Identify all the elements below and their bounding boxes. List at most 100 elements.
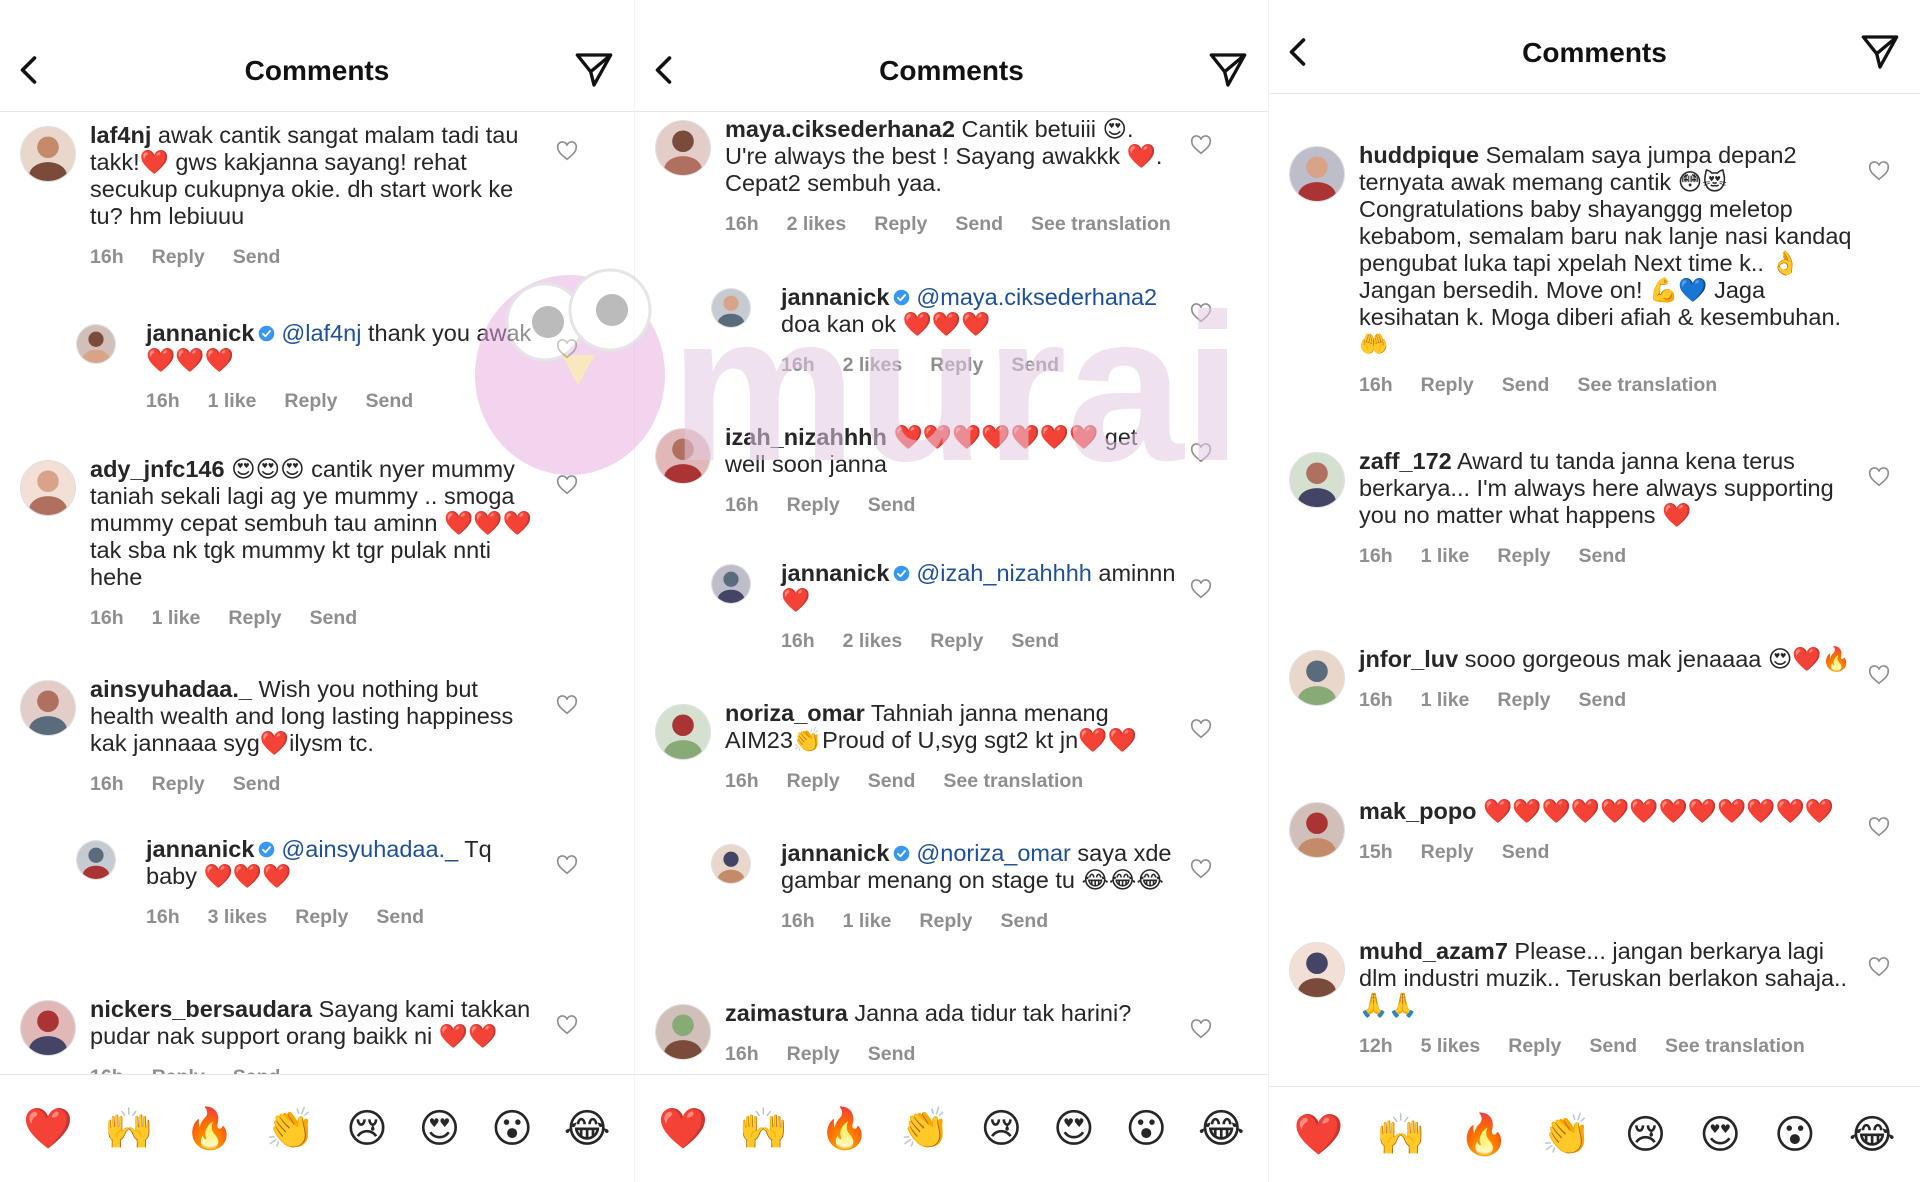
like-heart-icon[interactable] [556, 694, 578, 716]
like-heart-icon[interactable] [1868, 664, 1890, 686]
user-avatar[interactable] [1289, 452, 1345, 508]
like-heart-icon[interactable] [1190, 442, 1212, 464]
like-heart-icon[interactable] [1190, 718, 1212, 740]
quick-emoji-button[interactable]: 🔥 [819, 1109, 869, 1149]
comment-username[interactable]: jnfor_luv [1359, 646, 1458, 672]
comment-username[interactable]: jannanick [146, 836, 254, 862]
like-heart-icon[interactable] [556, 140, 578, 162]
reply-button[interactable]: Reply [930, 352, 983, 379]
quick-emoji-button[interactable]: 😮 [491, 1109, 533, 1149]
send-button[interactable]: Send [233, 771, 281, 798]
comment-username[interactable]: ady_jnfc146 [90, 456, 225, 482]
user-avatar[interactable] [711, 288, 751, 328]
see-translation-button[interactable]: See translation [943, 768, 1083, 795]
send-button[interactable]: Send [868, 768, 916, 795]
like-heart-icon[interactable] [1868, 816, 1890, 838]
send-button[interactable]: Send [1001, 908, 1049, 935]
send-button[interactable]: Send [1502, 839, 1550, 866]
comment-username[interactable]: jannanick [781, 284, 889, 310]
user-avatar[interactable] [711, 844, 751, 884]
user-avatar[interactable] [655, 120, 711, 176]
comment-username[interactable]: laf4nj [90, 122, 151, 148]
send-button[interactable]: Send [233, 244, 281, 271]
direct-send-icon[interactable] [574, 50, 614, 90]
quick-emoji-button[interactable]: 😢 [981, 1109, 1023, 1149]
reply-button[interactable]: Reply [228, 605, 281, 632]
quick-emoji-button[interactable]: 🔥 [1459, 1115, 1509, 1155]
likes-count[interactable]: 1 like [152, 605, 201, 632]
quick-emoji-button[interactable]: 😍 [1699, 1115, 1741, 1155]
like-heart-icon[interactable] [1190, 858, 1212, 880]
like-heart-icon[interactable] [556, 1014, 578, 1036]
send-button[interactable]: Send [1579, 687, 1627, 714]
comment-username[interactable]: muhd_azam7 [1359, 938, 1508, 964]
like-heart-icon[interactable] [1190, 302, 1212, 324]
user-avatar[interactable] [1289, 942, 1345, 998]
user-avatar[interactable] [20, 126, 76, 182]
comment-username[interactable]: ainsyuhadaa._ [90, 676, 252, 702]
likes-count[interactable]: 1 like [1421, 687, 1470, 714]
reply-button[interactable]: Reply [787, 768, 840, 795]
user-avatar[interactable] [655, 428, 711, 484]
like-heart-icon[interactable] [556, 854, 578, 876]
user-avatar[interactable] [1289, 146, 1345, 202]
reply-button[interactable]: Reply [1421, 839, 1474, 866]
likes-count[interactable]: 1 like [843, 908, 892, 935]
comment-mention[interactable]: @izah_nizahhhh [916, 560, 1091, 586]
quick-emoji-button[interactable]: 😍 [419, 1109, 461, 1149]
quick-emoji-button[interactable]: 👏 [900, 1109, 950, 1149]
likes-count[interactable]: 2 likes [843, 352, 903, 379]
likes-count[interactable]: 2 likes [843, 628, 903, 655]
comment-username[interactable]: huddpique [1359, 142, 1479, 168]
reply-button[interactable]: Reply [1497, 687, 1550, 714]
quick-emoji-button[interactable]: 😮 [1774, 1115, 1816, 1155]
comment-username[interactable]: zaff_172 [1359, 448, 1452, 474]
user-avatar[interactable] [20, 1000, 76, 1056]
see-translation-button[interactable]: See translation [1577, 372, 1717, 399]
comment-username[interactable]: nickers_bersaudara [90, 996, 312, 1022]
comment-mention[interactable]: @noriza_omar [916, 840, 1070, 866]
user-avatar[interactable] [20, 680, 76, 736]
comment-mention[interactable]: @maya.ciksederhana2 [916, 284, 1157, 310]
reply-button[interactable]: Reply [152, 771, 205, 798]
like-heart-icon[interactable] [1190, 578, 1212, 600]
quick-emoji-button[interactable]: 😮 [1125, 1109, 1167, 1149]
user-avatar[interactable] [20, 460, 76, 516]
send-button[interactable]: Send [376, 904, 424, 931]
likes-count[interactable]: 5 likes [1421, 1033, 1481, 1060]
like-heart-icon[interactable] [1868, 956, 1890, 978]
likes-count[interactable]: 1 like [208, 388, 257, 415]
quick-emoji-button[interactable]: ❤️ [1293, 1115, 1343, 1155]
see-translation-button[interactable]: See translation [1031, 211, 1171, 238]
reply-button[interactable]: Reply [787, 492, 840, 519]
reply-button[interactable]: Reply [284, 388, 337, 415]
quick-emoji-button[interactable]: 👏 [1542, 1115, 1592, 1155]
like-heart-icon[interactable] [1190, 134, 1212, 156]
user-avatar[interactable] [655, 1004, 711, 1060]
reply-button[interactable]: Reply [295, 904, 348, 931]
quick-emoji-button[interactable]: 😂 [1849, 1115, 1896, 1155]
like-heart-icon[interactable] [1868, 466, 1890, 488]
quick-emoji-button[interactable]: 🙌 [1376, 1115, 1426, 1155]
send-button[interactable]: Send [868, 492, 916, 519]
comment-username[interactable]: jannanick [781, 560, 889, 586]
reply-button[interactable]: Reply [930, 628, 983, 655]
reply-button[interactable]: Reply [919, 908, 972, 935]
send-button[interactable]: Send [1579, 543, 1627, 570]
comment-username[interactable]: noriza_omar [725, 700, 865, 726]
comment-username[interactable]: mak_popo [1359, 798, 1477, 824]
comment-mention[interactable]: @laf4nj [281, 320, 361, 346]
quick-emoji-button[interactable]: 👏 [265, 1109, 315, 1149]
reply-button[interactable]: Reply [787, 1041, 840, 1068]
like-heart-icon[interactable] [556, 338, 578, 360]
quick-emoji-button[interactable]: 🙌 [739, 1109, 789, 1149]
like-heart-icon[interactable] [1190, 1018, 1212, 1040]
reply-button[interactable]: Reply [1508, 1033, 1561, 1060]
likes-count[interactable]: 1 like [1421, 543, 1470, 570]
quick-emoji-button[interactable]: 😢 [346, 1109, 388, 1149]
reply-button[interactable]: Reply [1421, 372, 1474, 399]
quick-emoji-button[interactable]: 😍 [1053, 1109, 1095, 1149]
send-button[interactable]: Send [1502, 372, 1550, 399]
send-button[interactable]: Send [1011, 352, 1059, 379]
like-heart-icon[interactable] [1868, 160, 1890, 182]
